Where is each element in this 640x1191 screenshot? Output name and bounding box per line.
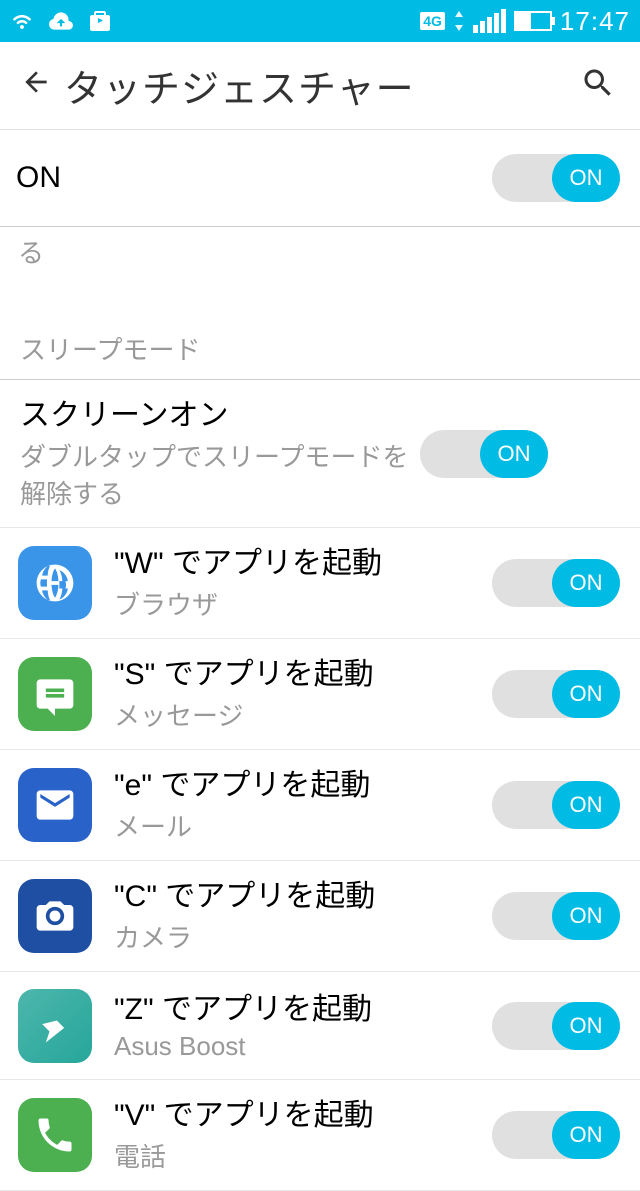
status-time: 17:47: [560, 6, 630, 37]
gesture-c-toggle[interactable]: ON: [492, 892, 620, 940]
sleep-mode-section-header: スリープモード: [0, 270, 640, 380]
gesture-w-toggle[interactable]: ON: [492, 559, 620, 607]
mail-icon: [18, 768, 92, 842]
gesture-subtitle: 電話: [114, 1137, 492, 1174]
status-left-icons: [10, 8, 112, 34]
boost-icon: [18, 989, 92, 1063]
gesture-v-toggle[interactable]: ON: [492, 1111, 620, 1159]
gesture-subtitle: メール: [114, 807, 492, 844]
gesture-title: "S" でアプリを起動: [114, 655, 492, 694]
toggle-knob-label: ON: [480, 430, 548, 478]
data-arrows-icon: [453, 11, 465, 31]
app-header: タッチジェスチャー: [0, 42, 640, 130]
gesture-subtitle: カメラ: [114, 918, 492, 955]
search-button[interactable]: [572, 57, 624, 114]
screen-on-row[interactable]: スクリーンオン ダブルタップでスリープモードを解除する ON: [0, 380, 640, 528]
signal-icon: [473, 9, 506, 33]
toggle-knob-label: ON: [552, 892, 620, 940]
gesture-w-row[interactable]: "W" でアプリを起動 ブラウザ ON: [0, 528, 640, 639]
screen-on-subtitle: ダブルタップでスリープモードを解除する: [20, 437, 420, 511]
gesture-subtitle: Asus Boost: [114, 1031, 492, 1062]
back-button[interactable]: [16, 63, 64, 108]
gesture-z-row[interactable]: "Z" でアプリを起動 Asus Boost ON: [0, 972, 640, 1080]
battery-icon: [514, 11, 552, 31]
toggle-knob-label: ON: [552, 670, 620, 718]
wifi-icon: [10, 9, 34, 33]
network-4g-icon: 4G: [420, 12, 445, 30]
screen-on-toggle[interactable]: ON: [420, 430, 548, 478]
gesture-c-row[interactable]: "C" でアプリを起動 カメラ ON: [0, 861, 640, 972]
gesture-e-row[interactable]: "e" でアプリを起動 メール ON: [0, 750, 640, 861]
play-store-icon: [88, 9, 112, 33]
toggle-knob-label: ON: [552, 154, 620, 202]
gesture-subtitle: メッセージ: [114, 696, 492, 733]
master-toggle[interactable]: ON: [492, 154, 620, 202]
gesture-title: "Z" でアプリを起動: [114, 990, 492, 1029]
page-title: タッチジェスチャー: [64, 58, 572, 113]
screen-on-title: スクリーンオン: [20, 396, 420, 435]
cloud-upload-icon: [48, 8, 74, 34]
phone-icon: [18, 1098, 92, 1172]
status-bar: 4G 17:47: [0, 0, 640, 42]
toggle-knob-label: ON: [552, 559, 620, 607]
gesture-title: "e" でアプリを起動: [114, 766, 492, 805]
status-right-icons: 4G 17:47: [420, 6, 630, 37]
master-toggle-label: ON: [16, 161, 61, 195]
gesture-s-row[interactable]: "S" でアプリを起動 メッセージ ON: [0, 639, 640, 750]
message-icon: [18, 657, 92, 731]
toggle-knob-label: ON: [552, 1111, 620, 1159]
gesture-v-row[interactable]: "V" でアプリを起動 電話 ON: [0, 1080, 640, 1191]
gesture-title: "V" でアプリを起動: [114, 1096, 492, 1135]
toggle-knob-label: ON: [552, 1002, 620, 1050]
camera-icon: [18, 879, 92, 953]
master-toggle-row: ON ON: [0, 130, 640, 227]
cutoff-text: る: [0, 227, 640, 270]
browser-icon: [18, 546, 92, 620]
gesture-title: "W" でアプリを起動: [114, 544, 492, 583]
toggle-knob-label: ON: [552, 781, 620, 829]
gesture-z-toggle[interactable]: ON: [492, 1002, 620, 1050]
gesture-title: "C" でアプリを起動: [114, 877, 492, 916]
gesture-e-toggle[interactable]: ON: [492, 781, 620, 829]
gesture-s-toggle[interactable]: ON: [492, 670, 620, 718]
gesture-subtitle: ブラウザ: [114, 585, 492, 622]
